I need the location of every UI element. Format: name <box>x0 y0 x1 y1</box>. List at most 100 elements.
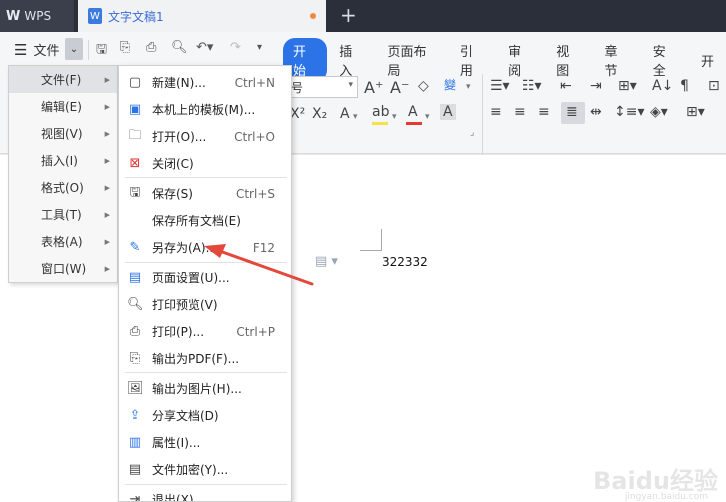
chevron-down-icon: ⌄ <box>69 43 79 55</box>
menu-local-templates[interactable]: ▣ 本机上的模板(M)... <box>119 96 291 123</box>
menu-item-file[interactable]: 文件(F) ▶ <box>9 66 117 93</box>
font-size-select[interactable]: 号 ▾ <box>286 76 358 98</box>
menu-item-view[interactable]: 视图(V) ▶ <box>9 120 117 147</box>
menu-label: 输出为图片(H)... <box>152 382 242 396</box>
menu-export-image[interactable]: 🖼︎ 输出为图片(H)... <box>119 375 291 402</box>
preview-quick-icon[interactable]: 🔍︎ <box>171 40 188 55</box>
menu-share[interactable]: ⇪ 分享文档(D) <box>119 402 291 429</box>
new-tab-button[interactable]: + <box>340 3 357 27</box>
shading-icon[interactable]: ◈▾ <box>650 104 668 120</box>
share-icon: ⇪ <box>129 408 141 423</box>
chevron-right-icon: ▶ <box>104 75 110 84</box>
bullets-icon[interactable]: ☰▾ <box>490 78 510 94</box>
menu-shortcut: Ctrl+S <box>235 186 275 201</box>
document-body-text[interactable]: 322332 <box>382 255 428 269</box>
numbering-icon[interactable]: ☷▾ <box>522 78 542 94</box>
char-shading-icon[interactable]: A <box>440 104 456 120</box>
file-dropdown-button[interactable]: ⌄ <box>65 38 83 60</box>
menu-print-preview[interactable]: 🔍︎ 打印预览(V) <box>119 291 291 318</box>
menu-label: 退出(X) <box>152 493 194 502</box>
grow-font-icon[interactable]: A⁺ <box>364 78 383 97</box>
tab-review[interactable]: 审阅 <box>496 38 544 82</box>
phonetic-guide-icon[interactable]: 變 <box>444 76 456 93</box>
align-center-icon[interactable]: ≡ <box>514 104 526 120</box>
quick-access-more-icon[interactable]: ▾ <box>257 42 262 53</box>
file-menu-label: 文件 <box>33 44 60 59</box>
menu-export-pdf[interactable]: ⎘ 输出为PDF(F)... <box>119 345 291 372</box>
chevron-right-icon: ▶ <box>104 183 110 192</box>
menu-label: 打印(P)... <box>152 325 205 339</box>
close-doc-icon: ⊠ <box>129 156 141 171</box>
print-quick-icon[interactable]: ⎙ <box>146 40 156 55</box>
menu-item-format[interactable]: 格式(O) ▶ <box>9 174 117 201</box>
menu-label: 关闭(C) <box>152 157 194 171</box>
save-quick-icon[interactable]: 🖫 <box>96 40 107 62</box>
clear-format-icon[interactable]: ◇ <box>418 78 429 94</box>
document-tab[interactable]: W 文字文稿1 <box>78 0 326 32</box>
highlight-icon[interactable]: ab <box>372 104 389 120</box>
divider <box>482 74 483 156</box>
menu-item-insert[interactable]: 插入(I) ▶ <box>9 147 117 174</box>
chinese-layout-icon[interactable]: ⊞▾ <box>618 78 637 94</box>
chevron-down-icon[interactable]: ▾ <box>353 112 358 122</box>
menu-encrypt[interactable]: ▤ 文件加密(Y)... <box>119 456 291 483</box>
line-spacing-icon[interactable]: ↕≡▾ <box>614 104 645 120</box>
menu-item-label: 视图(V) <box>41 127 83 141</box>
chevron-right-icon: ▶ <box>104 129 110 138</box>
align-right-icon[interactable]: ≡ <box>538 104 550 120</box>
chevron-down-icon[interactable]: ▾ <box>466 82 471 92</box>
menu-item-tools[interactable]: 工具(T) ▶ <box>9 201 117 228</box>
chevron-down-icon: ▾ <box>348 80 353 90</box>
superscript-icon[interactable]: X² <box>290 106 305 122</box>
menu-item-label: 格式(O) <box>41 181 84 195</box>
decrease-indent-icon[interactable]: ⇤ <box>560 78 572 94</box>
margin-corner-mark <box>360 250 382 251</box>
font-dialog-launcher-icon[interactable]: ⌟ <box>470 128 474 138</box>
tab-page-layout[interactable]: 页面布局 <box>375 38 447 82</box>
borders-icon[interactable]: ⊞▾ <box>686 104 705 120</box>
increase-indent-icon[interactable]: ⇥ <box>590 78 602 94</box>
shapes-icon[interactable]: ⊡ <box>708 78 720 94</box>
menu-label: 本机上的模板(M)... <box>152 103 256 117</box>
menu-label: 打开(O)... <box>152 130 207 144</box>
menu-item-edit[interactable]: 编辑(E) ▶ <box>9 93 117 120</box>
menu-print[interactable]: ⎙ 打印(P)... Ctrl+P <box>119 318 291 345</box>
export-quick-icon[interactable]: ⎘ <box>120 40 130 55</box>
tab-sections[interactable]: 章节 <box>593 38 641 82</box>
menu-properties[interactable]: ▥ 属性(I)... <box>119 429 291 456</box>
wps-home-label: WPS <box>24 9 52 23</box>
menu-item-label: 窗口(W) <box>41 262 87 276</box>
chevron-down-icon[interactable]: ▾ <box>392 112 397 122</box>
distributed-icon[interactable]: ⇹ <box>590 104 602 120</box>
menu-save[interactable]: 🖫 保存(S) Ctrl+S <box>119 180 291 207</box>
shrink-font-icon[interactable]: A⁻ <box>390 78 409 97</box>
file-menu-button[interactable]: ☰ 文件 <box>14 40 60 60</box>
annotation-arrow <box>204 244 314 286</box>
menu-exit[interactable]: ⇥ 退出(X) <box>119 486 291 502</box>
font-color-icon[interactable]: A <box>408 104 418 120</box>
tab-security[interactable]: 安全 <box>641 38 689 82</box>
menu-item-table[interactable]: 表格(A) ▶ <box>9 228 117 255</box>
menu-new[interactable]: ▢ 新建(N)... Ctrl+N <box>119 69 291 96</box>
sort-icon[interactable]: A↓ <box>652 78 673 94</box>
menu-save-all[interactable]: 保存所有文档(E) <box>119 207 291 234</box>
tab-dev[interactable]: 开 <box>689 48 726 73</box>
justify-icon[interactable]: ≣ <box>566 104 578 120</box>
redo-icon[interactable]: ↷ <box>230 40 241 55</box>
menu-shortcut: Ctrl+O <box>234 129 275 144</box>
undo-icon[interactable]: ↶▾ <box>196 40 213 55</box>
menu-item-label: 插入(I) <box>41 154 78 168</box>
menu-item-window[interactable]: 窗口(W) ▶ <box>9 255 117 282</box>
menu-label: 打印预览(V) <box>152 298 218 312</box>
subscript-icon[interactable]: X₂ <box>312 106 327 122</box>
show-marks-icon[interactable]: ¶ <box>680 78 689 94</box>
word-doc-icon: W <box>88 8 102 24</box>
menu-divider <box>125 484 287 485</box>
chevron-down-icon[interactable]: ▾ <box>425 112 430 122</box>
align-left-icon[interactable]: ≡ <box>490 104 502 120</box>
tab-view[interactable]: 视图 <box>544 38 592 82</box>
text-effect-icon[interactable]: A <box>340 106 350 122</box>
wps-home-tab[interactable]: W WPS <box>0 0 74 32</box>
menu-close[interactable]: ⊠ 关闭(C) <box>119 150 291 177</box>
menu-open[interactable]: 🗀 打开(O)... Ctrl+O <box>119 123 291 150</box>
